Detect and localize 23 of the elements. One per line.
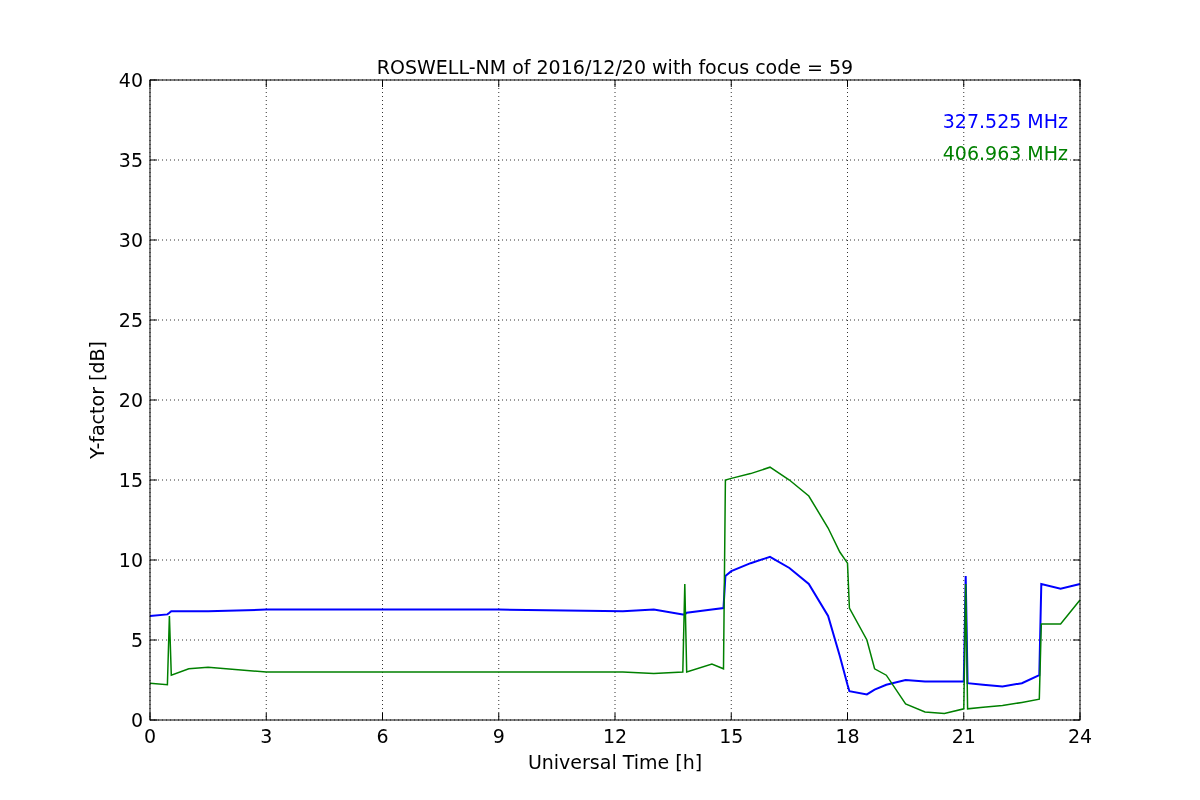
- y-tick-label: 0: [130, 709, 143, 731]
- x-tick-label: 15: [719, 725, 744, 747]
- legend-label: 406.963 MHz: [942, 142, 1068, 164]
- y-tick-label: 5: [130, 629, 143, 651]
- y-tick-label: 15: [118, 469, 143, 491]
- x-axis-label: Universal Time [h]: [527, 751, 703, 773]
- x-tick-label: 18: [835, 725, 860, 747]
- y-tick-label: 10: [118, 549, 143, 571]
- chart-title: ROSWELL-NM of 2016/12/20 with focus code = 59: [376, 56, 854, 78]
- x-tick-label: 24: [1067, 725, 1093, 747]
- y-tick-label: 40: [118, 69, 143, 91]
- x-tick-label: 3: [260, 725, 273, 747]
- x-tick-label: 12: [602, 725, 628, 747]
- y-tick-label: 20: [118, 389, 143, 411]
- x-tick-label: 6: [376, 725, 389, 747]
- x-tick-label: 21: [951, 725, 976, 747]
- y-tick-label: 30: [118, 229, 143, 251]
- y-axis-label: Y-factor [dB]: [86, 341, 108, 459]
- y-tick-label: 25: [118, 309, 143, 331]
- legend-label: 327.525 MHz: [942, 110, 1068, 132]
- x-tick-label: 9: [492, 725, 505, 747]
- y-tick-label: 35: [118, 149, 143, 171]
- x-tick-label: 0: [143, 725, 157, 747]
